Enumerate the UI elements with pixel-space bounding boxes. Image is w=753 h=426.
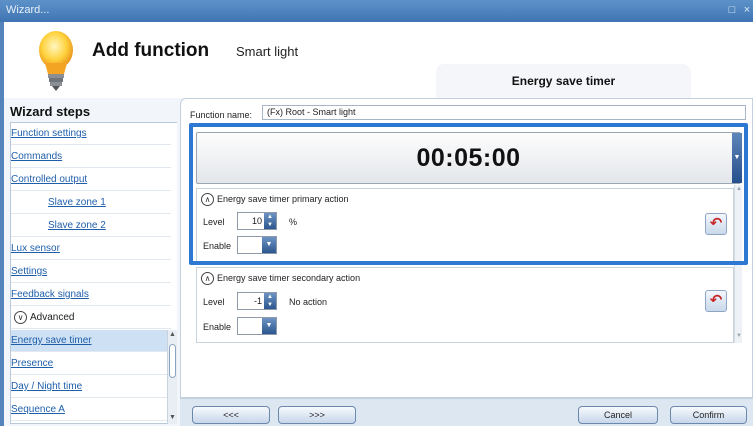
- wizard-steps-list: Function settings Commands Controlled ou…: [10, 122, 177, 424]
- function-name-input[interactable]: (Fx) Root - Smart light: [262, 105, 746, 120]
- step-function-settings[interactable]: Function settings: [11, 123, 171, 145]
- primary-action-header[interactable]: ∧ Energy save timer primary action: [201, 193, 349, 206]
- chevron-down-icon: ∨: [14, 310, 27, 324]
- chevron-down-icon[interactable]: ▼: [262, 237, 276, 253]
- previous-button[interactable]: <<<: [192, 406, 270, 424]
- primary-level-unit: %: [289, 217, 298, 227]
- step-presence[interactable]: Presence: [11, 353, 171, 375]
- primary-level-label: Level: [203, 217, 225, 227]
- chevron-up-icon: ∧: [201, 272, 214, 285]
- window-titlebar: Wizard... □ ×: [0, 0, 753, 22]
- close-icon[interactable]: ×: [740, 3, 753, 17]
- primary-enable-select[interactable]: ▼: [237, 236, 277, 254]
- primary-undo-button[interactable]: ↶: [705, 213, 727, 235]
- secondary-enable-select[interactable]: ▼: [237, 317, 277, 335]
- step-feedback-signals[interactable]: Feedback signals: [11, 284, 171, 306]
- step-energy-save-timer[interactable]: Energy save timer: [11, 330, 171, 352]
- secondary-level-stepper[interactable]: -1 ▲ ▼: [237, 292, 277, 310]
- step-day-night-time[interactable]: Day / Night time: [11, 376, 171, 398]
- secondary-action-section: ∧ Energy save timer secondary action Leve…: [196, 267, 734, 343]
- step-slave-zone-1[interactable]: Slave zone 1: [11, 192, 171, 214]
- function-name-label: Function name:: [190, 110, 253, 120]
- secondary-action-header[interactable]: ∧ Energy save timer secondary action: [201, 272, 360, 285]
- cancel-button[interactable]: Cancel: [578, 406, 658, 424]
- page-subtitle: Smart light: [236, 44, 299, 59]
- window-title: Wizard...: [6, 4, 50, 16]
- step-lux-sensor[interactable]: Lux sensor: [11, 238, 171, 260]
- secondary-level-value: -1: [253, 296, 262, 306]
- timer-display[interactable]: 00:05:00: [196, 132, 741, 184]
- step-advanced-label: Advanced: [30, 312, 75, 323]
- sidebar-scrollbar[interactable]: ▲ ▼: [167, 330, 177, 424]
- primary-level-stepper[interactable]: 10 ▲ ▼: [237, 212, 277, 230]
- spinner-arrows-icon[interactable]: ▲ ▼: [264, 293, 276, 309]
- secondary-level-label: Level: [203, 297, 225, 307]
- undo-icon: ↶: [709, 292, 723, 309]
- primary-action-section: ∧ Energy save timer primary action Level …: [196, 188, 734, 262]
- sidebar-scroll-thumb[interactable]: [169, 344, 176, 378]
- timer-dropdown-icon[interactable]: ▼: [732, 133, 742, 183]
- page-title: Add function: [92, 40, 210, 61]
- chevron-up-icon: ∧: [201, 193, 214, 206]
- secondary-action-title: Energy save timer secondary action: [217, 272, 361, 283]
- step-commands[interactable]: Commands: [11, 146, 171, 168]
- step-slave-zone-2[interactable]: Slave zone 2: [11, 215, 171, 237]
- confirm-button[interactable]: Confirm: [670, 406, 747, 424]
- next-button[interactable]: >>>: [278, 406, 356, 424]
- scroll-up-icon[interactable]: ▲: [169, 331, 176, 338]
- panel-scrollbar[interactable]: ▲ ▼: [734, 185, 742, 343]
- tab-energy-save-timer[interactable]: Energy save timer: [436, 64, 691, 98]
- primary-level-value: 10: [251, 216, 262, 226]
- secondary-enable-label: Enable: [203, 322, 232, 332]
- spinner-arrows-icon[interactable]: ▲ ▼: [264, 213, 276, 229]
- light-bulb-icon: [39, 31, 73, 91]
- maximize-icon[interactable]: □: [725, 3, 739, 17]
- secondary-level-unit: No action: [289, 297, 328, 307]
- step-controlled-output[interactable]: Controlled output: [11, 169, 171, 191]
- scroll-up-icon[interactable]: ▲: [736, 186, 742, 192]
- step-sequence-a[interactable]: Sequence A: [11, 399, 171, 421]
- wizard-steps-title: Wizard steps: [10, 104, 91, 119]
- undo-icon: ↶: [709, 215, 723, 232]
- secondary-undo-button[interactable]: ↶: [705, 290, 727, 312]
- step-settings[interactable]: Settings: [11, 261, 171, 283]
- primary-action-title: Energy save timer primary action: [217, 193, 349, 204]
- chevron-down-icon[interactable]: ▼: [262, 318, 276, 334]
- scroll-down-icon[interactable]: ▼: [736, 333, 742, 339]
- scroll-down-icon[interactable]: ▼: [169, 414, 176, 421]
- primary-enable-label: Enable: [203, 241, 232, 251]
- step-advanced-toggle[interactable]: ∨ Advanced: [11, 307, 171, 329]
